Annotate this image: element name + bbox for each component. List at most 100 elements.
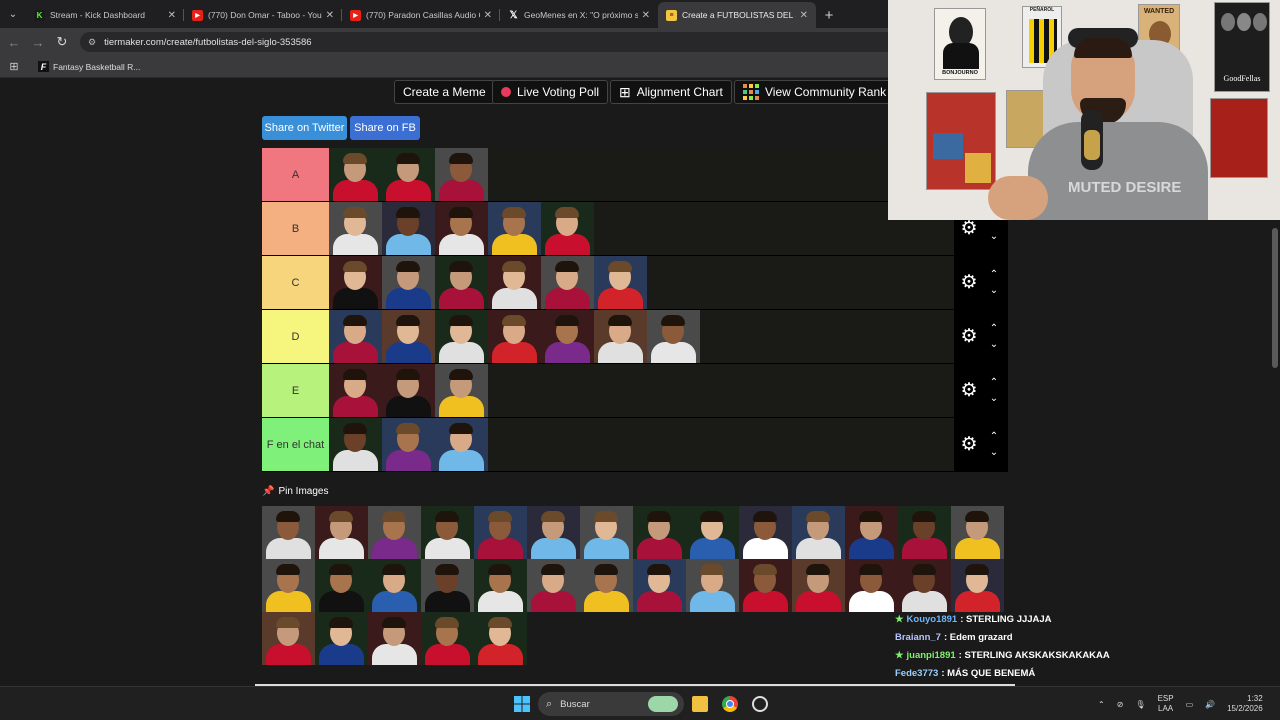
move-up-icon[interactable]: ⌃ <box>990 321 998 337</box>
pool-player-image[interactable] <box>262 506 315 559</box>
taskbar-search[interactable]: ⌕ Buscar <box>538 692 684 716</box>
pool-player-image[interactable] <box>262 612 315 665</box>
tier-player-image[interactable] <box>382 202 435 255</box>
tier-player-image[interactable] <box>435 364 488 417</box>
pool-player-image[interactable] <box>739 559 792 612</box>
tier-player-image[interactable] <box>647 310 700 363</box>
pool-player-image[interactable] <box>898 506 951 559</box>
gear-icon[interactable]: ⚙ <box>954 217 984 240</box>
display-icon[interactable]: ▭ <box>1186 700 1194 709</box>
tier-player-image[interactable] <box>329 364 382 417</box>
tier-player-image[interactable] <box>488 202 541 255</box>
tier-player-image[interactable] <box>541 256 594 309</box>
pool-player-image[interactable] <box>792 559 845 612</box>
tier-player-image[interactable] <box>435 310 488 363</box>
alignment-chart-button[interactable]: ⊞ Alignment Chart <box>610 80 732 104</box>
tab-youtube-2[interactable]: ▶ (770) Paradon Casillas Audio C ✕ <box>342 2 500 28</box>
pool-player-image[interactable] <box>368 506 421 559</box>
tier-label[interactable]: E <box>262 364 329 417</box>
close-tab-icon[interactable]: ✕ <box>642 10 650 21</box>
pool-player-image[interactable] <box>580 559 633 612</box>
tier-label[interactable]: A <box>262 148 329 201</box>
pool-player-image[interactable] <box>792 506 845 559</box>
pool-player-image[interactable] <box>527 506 580 559</box>
move-down-icon[interactable]: ⌄ <box>990 391 998 407</box>
tier-player-image[interactable] <box>329 148 382 201</box>
pool-player-image[interactable] <box>474 559 527 612</box>
tab-search-icon[interactable]: ⌄ <box>0 0 26 28</box>
share-twitter-button[interactable]: Share on Twitter <box>262 116 347 140</box>
tier-player-image[interactable] <box>329 418 382 471</box>
pool-player-image[interactable] <box>421 612 474 665</box>
tier-player-image[interactable] <box>382 148 435 201</box>
close-tab-icon[interactable]: ✕ <box>326 10 334 21</box>
chat-username[interactable]: Kouyo1891 <box>907 614 958 625</box>
gear-icon[interactable]: ⚙ <box>954 325 984 348</box>
pool-player-image[interactable] <box>262 559 315 612</box>
pool-player-image[interactable] <box>951 559 1004 612</box>
windows-start-icon[interactable] <box>514 696 530 712</box>
pool-player-image[interactable] <box>474 506 527 559</box>
tier-player-image[interactable] <box>382 310 435 363</box>
gear-icon[interactable]: ⚙ <box>954 433 984 456</box>
chat-username[interactable]: juanpi1891 <box>907 650 956 661</box>
chat-username[interactable]: Fede3773 <box>895 668 938 679</box>
pool-player-image[interactable] <box>845 506 898 559</box>
tab-x[interactable]: 𝕏 GeoMenes en X: "O próximo se ✕ <box>500 2 658 28</box>
bookmark-fantasy[interactable]: F Fantasy Basketball R... <box>38 61 140 72</box>
move-up-icon[interactable]: ⌃ <box>990 267 998 283</box>
tier-player-image[interactable] <box>435 202 488 255</box>
new-tab-icon[interactable]: + <box>816 2 842 28</box>
pool-player-image[interactable] <box>580 506 633 559</box>
pool-player-image[interactable] <box>368 612 421 665</box>
close-tab-icon[interactable]: ✕ <box>800 10 808 21</box>
share-fb-button[interactable]: Share on FB <box>350 116 420 140</box>
tier-player-image[interactable] <box>382 256 435 309</box>
pool-player-image[interactable] <box>686 506 739 559</box>
tier-player-image[interactable] <box>435 148 488 201</box>
pin-images-toggle[interactable]: 📌 Pin Images <box>262 486 328 497</box>
site-info-icon[interactable]: ⚙ <box>88 37 96 48</box>
move-down-icon[interactable]: ⌄ <box>990 445 998 461</box>
create-meme-button[interactable]: Create a Meme <box>394 80 495 104</box>
volume-icon[interactable]: 🔊 <box>1205 700 1215 709</box>
chrome-icon[interactable] <box>722 696 738 712</box>
tier-player-image[interactable] <box>488 256 541 309</box>
pool-player-image[interactable] <box>686 559 739 612</box>
page-scrollbar[interactable] <box>1270 220 1280 686</box>
gear-icon[interactable]: ⚙ <box>954 271 984 294</box>
pool-player-image[interactable] <box>421 559 474 612</box>
pool-player-image[interactable] <box>474 612 527 665</box>
move-up-icon[interactable]: ⌃ <box>990 429 998 445</box>
tier-player-image[interactable] <box>435 418 488 471</box>
tier-label[interactable]: D <box>262 310 329 363</box>
forward-icon[interactable]: → <box>26 35 50 50</box>
pool-player-image[interactable] <box>315 559 368 612</box>
tier-player-image[interactable] <box>382 418 435 471</box>
gear-icon[interactable]: ⚙ <box>954 379 984 402</box>
pool-player-image[interactable] <box>739 506 792 559</box>
tray-overflow-icon[interactable]: ⌃ <box>1098 700 1105 709</box>
tier-label[interactable]: F en el chat <box>262 418 329 471</box>
close-tab-icon[interactable]: ✕ <box>168 10 176 21</box>
network-icon[interactable]: ⊘ <box>1117 700 1124 709</box>
pool-player-image[interactable] <box>898 559 951 612</box>
move-down-icon[interactable]: ⌄ <box>990 337 998 353</box>
move-down-icon[interactable]: ⌄ <box>990 283 998 299</box>
tab-youtube-1[interactable]: ▶ (770) Don Omar - Taboo - YouT ✕ <box>184 2 342 28</box>
tier-player-image[interactable] <box>594 256 647 309</box>
move-up-icon[interactable]: ⌃ <box>990 375 998 391</box>
tier-player-image[interactable] <box>382 364 435 417</box>
live-voting-poll-button[interactable]: Live Voting Poll <box>492 80 609 104</box>
tier-player-image[interactable] <box>329 310 382 363</box>
tier-player-image[interactable] <box>329 256 382 309</box>
view-community-rank-button[interactable]: View Community Rank <box>734 80 896 104</box>
pool-player-image[interactable] <box>951 506 1004 559</box>
mic-icon[interactable]: 🎙 <box>1135 700 1145 709</box>
pool-player-image[interactable] <box>315 506 368 559</box>
tier-player-image[interactable] <box>329 202 382 255</box>
pool-player-image[interactable] <box>368 559 421 612</box>
tab-tiermaker[interactable]: ≡ Create a FUTBOLISTAS DEL SIGL ✕ <box>658 2 816 28</box>
reload-icon[interactable]: ↻ <box>50 34 74 50</box>
scrollbar-thumb[interactable] <box>1272 228 1278 368</box>
